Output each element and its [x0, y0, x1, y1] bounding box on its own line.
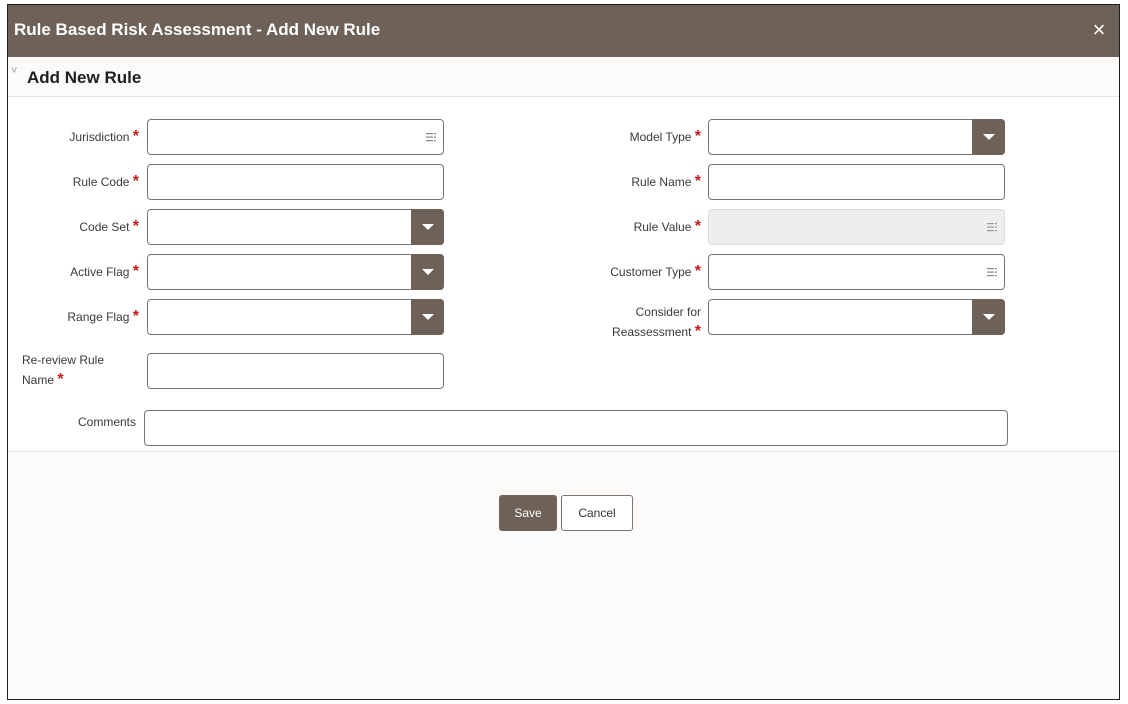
code-set-label: Code Set *: [79, 218, 139, 235]
section-title: Add New Rule: [27, 68, 142, 87]
jurisdiction-field[interactable]: [147, 119, 444, 155]
rule-code-label: Rule Code *: [72, 173, 139, 190]
model-type-label: Model Type *: [629, 128, 701, 145]
cancel-button[interactable]: Cancel: [561, 495, 633, 531]
range-flag-dropdown[interactable]: [147, 299, 444, 335]
close-icon[interactable]: ×: [1087, 18, 1111, 42]
chevron-down-icon[interactable]: [411, 209, 444, 245]
comments-input[interactable]: [144, 410, 1008, 446]
consider-reassessment-dropdown[interactable]: [708, 299, 1005, 335]
list-picker-icon[interactable]: [425, 131, 437, 143]
rule-form: Jurisdiction * Rule Code * Code Set * Ac…: [8, 97, 1119, 452]
rule-value-label: Rule Value *: [633, 218, 701, 235]
list-picker-icon[interactable]: [986, 266, 998, 278]
customer-type-field[interactable]: [708, 254, 1005, 290]
chevron-down-icon[interactable]: [972, 299, 1005, 335]
chevron-down-icon[interactable]: [411, 254, 444, 290]
chevron-down-icon[interactable]: [411, 299, 444, 335]
model-type-dropdown[interactable]: [708, 119, 1005, 155]
save-button[interactable]: Save: [499, 495, 557, 531]
dialog-titlebar: Rule Based Risk Assessment - Add New Rul…: [8, 5, 1119, 57]
chevron-down-icon[interactable]: [972, 119, 1005, 155]
jurisdiction-label: Jurisdiction *: [69, 128, 139, 145]
section-header[interactable]: ˅ Add New Rule: [8, 57, 1119, 97]
rule-value-field: [708, 209, 1005, 245]
rule-code-input[interactable]: [147, 164, 444, 200]
rereview-rule-name-input[interactable]: [147, 353, 444, 389]
add-rule-dialog: Rule Based Risk Assessment - Add New Rul…: [7, 4, 1120, 700]
consider-reassessment-label: Consider for Reassessment *: [612, 305, 701, 340]
list-picker-icon: [987, 223, 997, 232]
customer-type-label: Customer Type *: [610, 263, 701, 280]
active-flag-dropdown[interactable]: [147, 254, 444, 290]
active-flag-label: Active Flag *: [70, 263, 139, 280]
comments-label: Comments: [77, 415, 136, 429]
rule-name-input[interactable]: [708, 164, 1005, 200]
dialog-title: Rule Based Risk Assessment - Add New Rul…: [14, 20, 381, 39]
rereview-rule-name-label: Re-review Rule Name *: [22, 353, 105, 388]
range-flag-label: Range Flag *: [67, 308, 139, 325]
code-set-dropdown[interactable]: [147, 209, 444, 245]
rule-name-label: Rule Name *: [631, 173, 701, 190]
required-marker: *: [132, 128, 139, 145]
chevron-down-icon[interactable]: ˅: [11, 65, 17, 77]
